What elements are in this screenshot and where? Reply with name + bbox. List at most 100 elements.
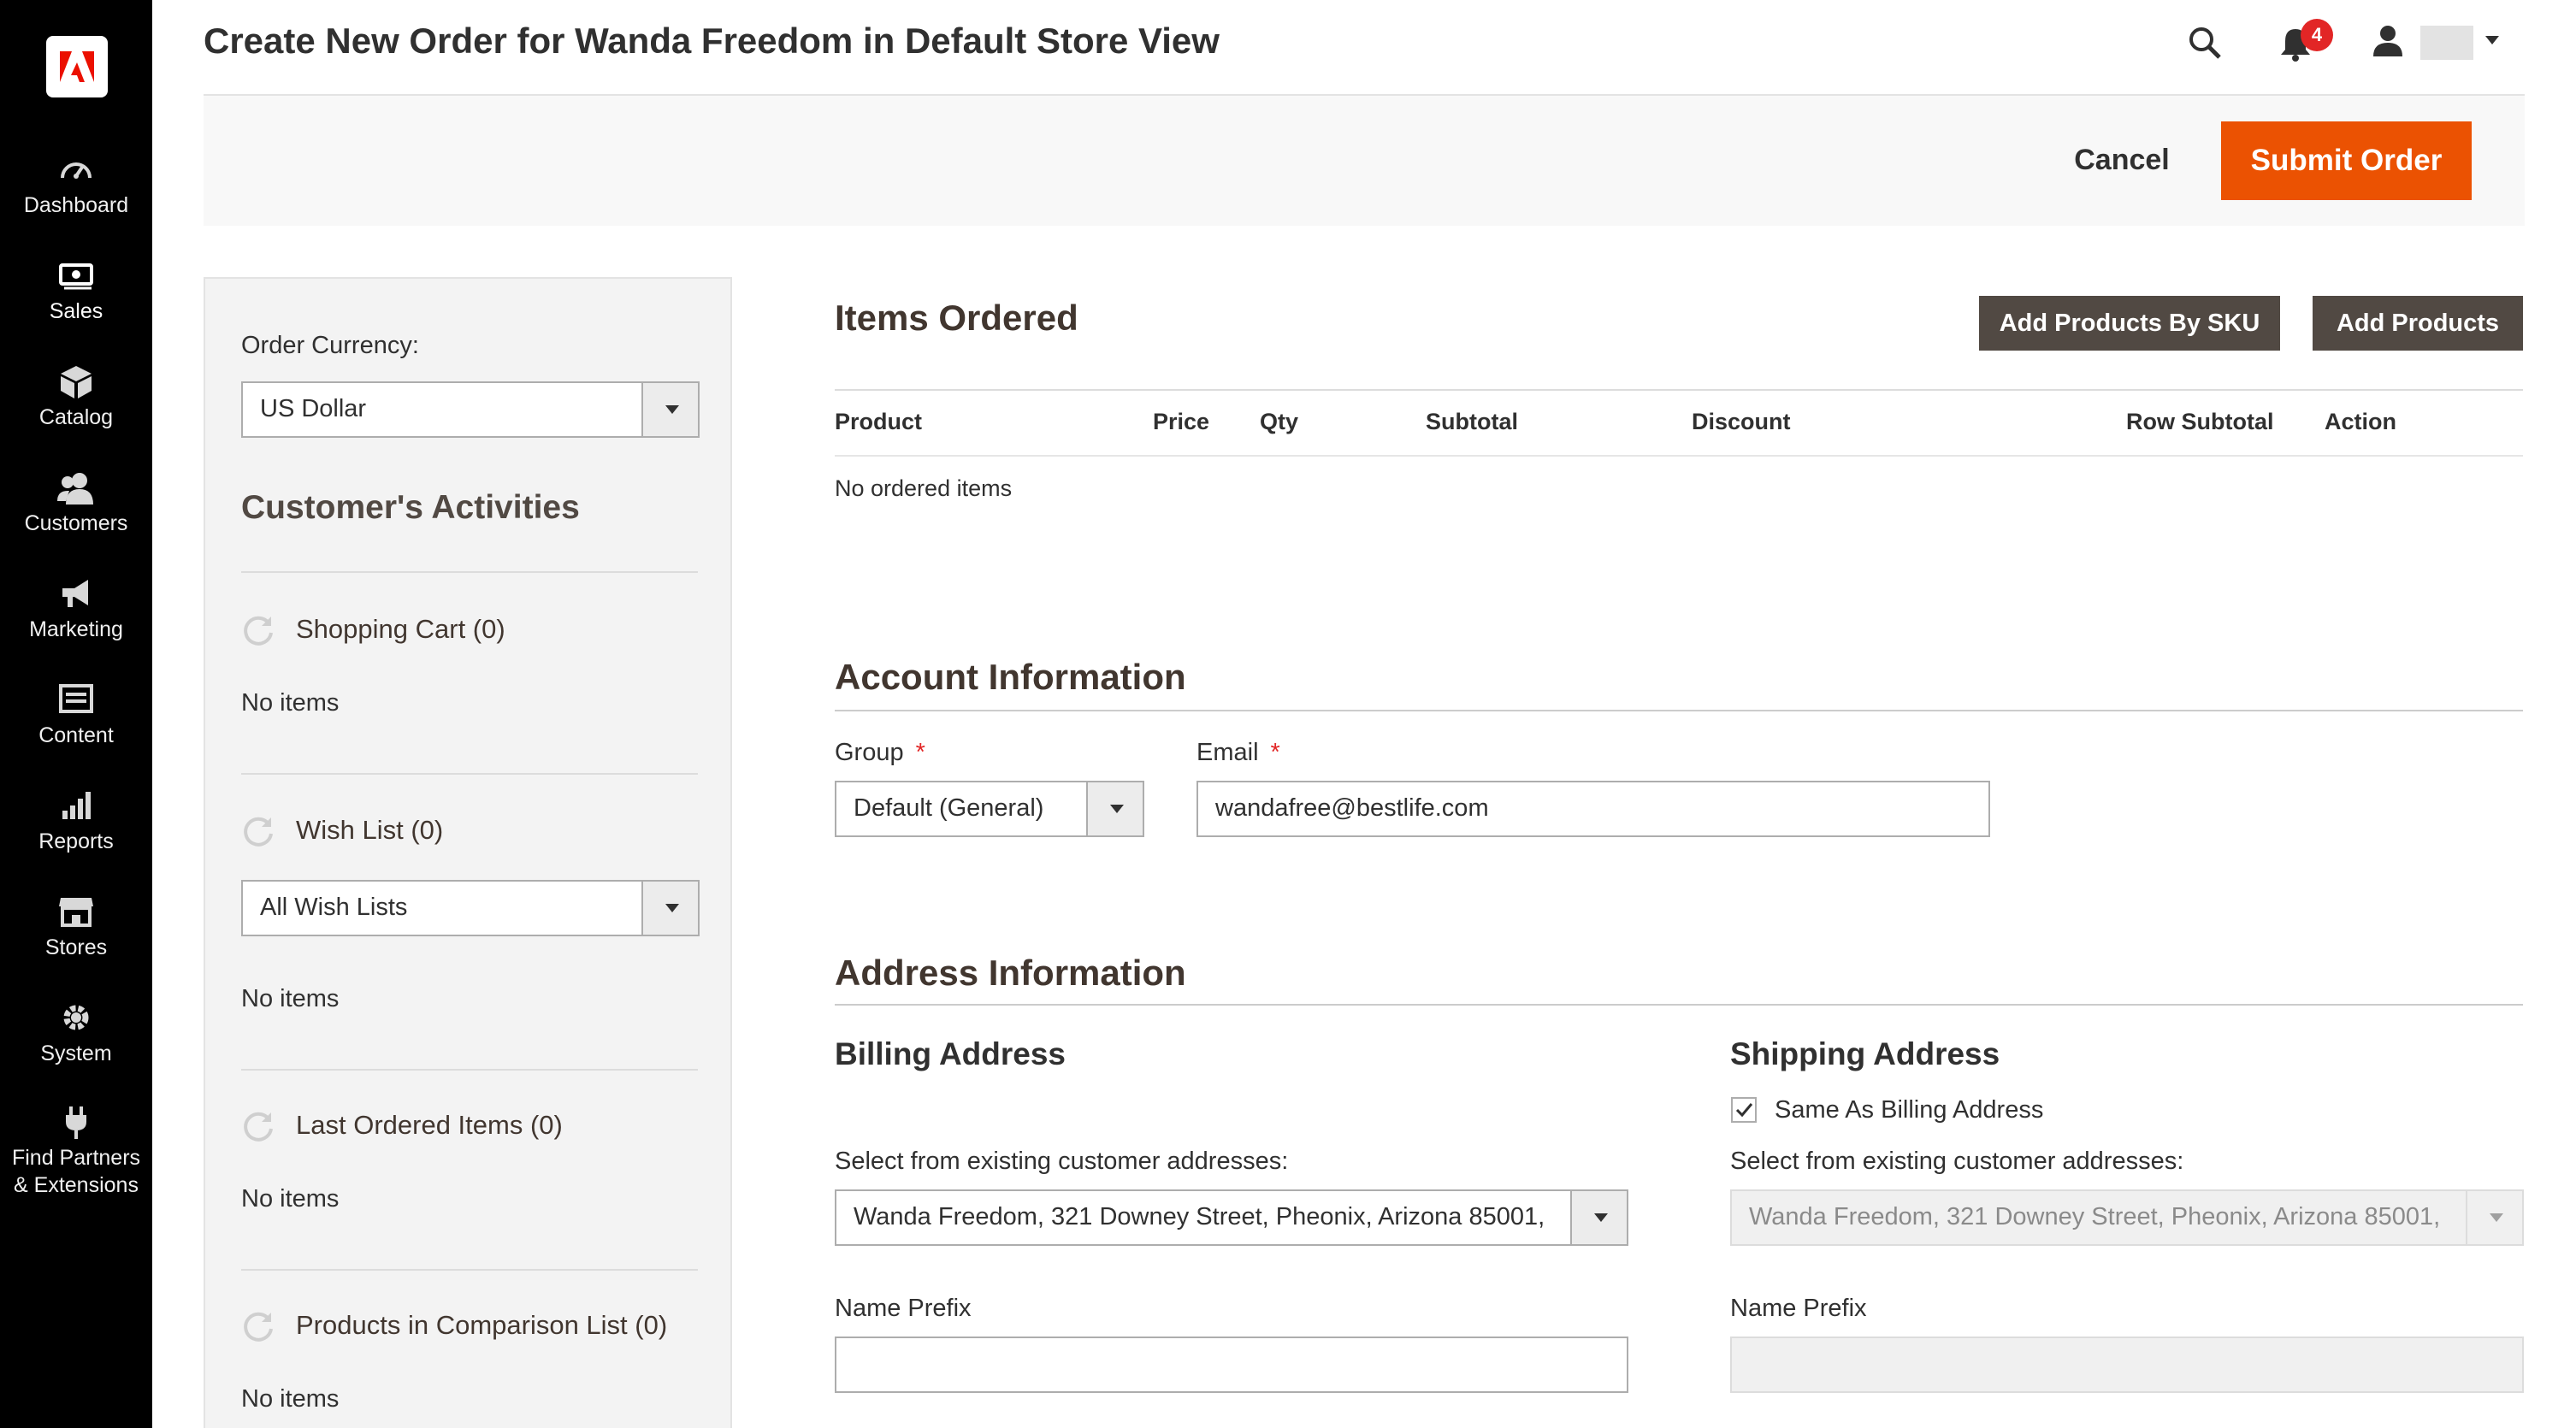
sidebar-item-label: Catalog — [38, 405, 114, 429]
sidebar-item-reports[interactable]: Reports — [0, 788, 152, 855]
wish-list-empty: No items — [241, 985, 340, 1012]
group-select[interactable]: Default (General) — [835, 781, 1144, 837]
order-currency-label: Order Currency: — [241, 332, 419, 359]
billing-name-prefix-label: Name Prefix — [835, 1295, 972, 1322]
items-ordered-title: Items Ordered — [835, 298, 1078, 338]
plug-icon — [66, 1106, 86, 1139]
adobe-logo-icon — [60, 51, 94, 82]
column-header-discount: Discount — [1692, 409, 1791, 434]
column-header-qty: Qty — [1260, 409, 1299, 434]
sidebar-item-marketing[interactable]: Marketing — [0, 576, 152, 643]
last-ordered-empty: No items — [241, 1185, 340, 1213]
wish-list-select-value: All Wish Lists — [260, 894, 408, 921]
storefront-icon — [59, 898, 93, 927]
account-name[interactable] — [2420, 26, 2473, 60]
same-as-billing-checkbox[interactable] — [1731, 1097, 1757, 1123]
refresh-icon[interactable] — [241, 612, 275, 646]
add-products-by-sku-button[interactable]: Add Products By SKU — [1979, 296, 2280, 351]
wish-list-title[interactable]: Wish List (0) — [296, 815, 443, 846]
billing-address-select-value: Wanda Freedom, 321 Downey Street, Pheoni… — [854, 1203, 1553, 1230]
shipping-name-prefix-input — [1730, 1337, 2524, 1393]
page-title: Create New Order for Wanda Freedom in De… — [204, 21, 1220, 61]
divider — [241, 1269, 698, 1271]
checkmark-icon — [1735, 1103, 1753, 1118]
sidebar-item-label: Dashboard — [23, 193, 129, 217]
refresh-icon[interactable] — [241, 813, 275, 847]
dropdown-arrow-icon — [2466, 1191, 2522, 1244]
email-field[interactable]: wandafree@bestlife.com — [1196, 781, 1990, 837]
shipping-address-select-value: Wanda Freedom, 321 Downey Street, Pheoni… — [1749, 1203, 2449, 1230]
billing-address-title: Billing Address — [835, 1036, 1066, 1071]
customer-activities-panel: Order Currency: US Dollar Customer's Act… — [204, 277, 732, 1428]
sidebar-item-label: & Extensions — [14, 1173, 139, 1197]
required-mark: * — [915, 739, 925, 766]
email-label: Email * — [1196, 739, 1280, 767]
sidebar-item-label: Stores — [44, 935, 108, 959]
same-as-billing-label[interactable]: Same As Billing Address — [1775, 1096, 2043, 1124]
sidebar-item-find-partners[interactable]: Find Partners & Extensions — [0, 1105, 152, 1199]
table-header-bottom-border — [835, 455, 2523, 457]
shipping-address-title: Shipping Address — [1730, 1036, 2000, 1071]
shopping-cart-title[interactable]: Shopping Cart (0) — [296, 614, 505, 645]
address-information-title: Address Information — [835, 953, 1186, 993]
people-icon — [57, 473, 93, 505]
chevron-down-icon[interactable] — [2484, 34, 2501, 46]
billing-address-select[interactable]: Wanda Freedom, 321 Downey Street, Pheoni… — [835, 1189, 1628, 1246]
comparison-list-title[interactable]: Products in Comparison List (0) — [296, 1310, 667, 1341]
megaphone-icon — [62, 580, 88, 607]
section-divider — [835, 710, 2523, 711]
divider — [241, 773, 698, 775]
sidebar-item-label: System — [40, 1041, 112, 1065]
refresh-icon[interactable] — [241, 1108, 275, 1142]
refresh-icon[interactable] — [241, 1308, 275, 1342]
sidebar-item-content[interactable]: Content — [0, 682, 152, 749]
table-header-top-border — [835, 389, 2523, 391]
column-header-product: Product — [835, 409, 923, 434]
dollar-bill-icon — [59, 263, 93, 290]
billing-name-prefix-input[interactable] — [835, 1337, 1628, 1393]
shipping-select-label: Select from existing customer addresses: — [1730, 1148, 2184, 1175]
notification-count-badge[interactable]: 4 — [2301, 19, 2333, 51]
order-currency-select[interactable]: US Dollar — [241, 381, 700, 438]
column-header-subtotal: Subtotal — [1426, 409, 1518, 434]
sidebar-item-stores[interactable]: Stores — [0, 894, 152, 961]
dropdown-arrow-icon — [1570, 1191, 1627, 1244]
section-divider — [835, 1004, 2523, 1006]
group-label-text: Group — [835, 739, 904, 766]
sidebar-item-system[interactable]: System — [0, 1000, 152, 1067]
last-ordered-title[interactable]: Last Ordered Items (0) — [296, 1110, 563, 1141]
order-currency-value: US Dollar — [260, 395, 367, 422]
shopping-cart-empty: No items — [241, 689, 340, 717]
sidebar-item-customers[interactable]: Customers — [0, 470, 152, 537]
adobe-logo[interactable] — [46, 36, 108, 97]
sidebar-item-label: Find Partners — [11, 1146, 141, 1170]
wish-list-select[interactable]: All Wish Lists — [241, 880, 700, 936]
search-icon[interactable] — [2188, 26, 2222, 60]
column-header-action: Action — [2325, 409, 2396, 434]
shipping-name-prefix-label: Name Prefix — [1730, 1295, 1867, 1322]
required-mark: * — [1270, 739, 1280, 766]
comparison-list-empty: No items — [241, 1385, 340, 1413]
column-header-row-subtotal: Row Subtotal — [2126, 409, 2274, 434]
sidebar-item-sales[interactable]: Sales — [0, 258, 152, 325]
user-icon[interactable] — [2371, 24, 2405, 58]
billing-select-label: Select from existing customer addresses: — [835, 1148, 1289, 1175]
no-ordered-items-message: No ordered items — [835, 475, 1013, 501]
cube-icon — [61, 366, 92, 398]
sidebar-item-catalog[interactable]: Catalog — [0, 364, 152, 431]
sidebar-item-label: Reports — [38, 829, 114, 853]
column-header-price: Price — [1153, 409, 1210, 434]
dropdown-arrow-icon — [641, 383, 698, 436]
sidebar-item-dashboard[interactable]: Dashboard — [0, 152, 152, 219]
admin-sidebar: Dashboard Sales Catalog Customers Market… — [0, 0, 152, 1428]
group-label: Group * — [835, 739, 925, 767]
group-select-value: Default (General) — [854, 794, 1044, 822]
cancel-button[interactable]: Cancel — [2053, 128, 2191, 192]
shipping-address-select: Wanda Freedom, 321 Downey Street, Pheoni… — [1730, 1189, 2524, 1246]
add-products-button[interactable]: Add Products — [2313, 296, 2523, 351]
gear-icon — [63, 1005, 89, 1030]
dropdown-arrow-icon — [641, 882, 698, 935]
account-information-title: Account Information — [835, 657, 1186, 697]
divider — [241, 571, 698, 573]
submit-order-button[interactable]: Submit Order — [2221, 121, 2472, 200]
